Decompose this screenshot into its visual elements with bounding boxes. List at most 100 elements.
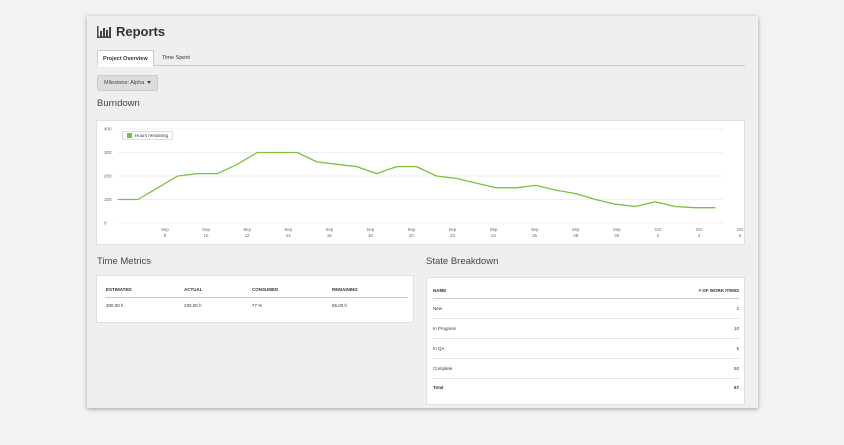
caret-down-icon xyxy=(146,81,151,85)
x-tick-label: Sep xyxy=(408,227,416,232)
data-point xyxy=(157,187,159,189)
data-point xyxy=(435,175,437,177)
total-count: 67 xyxy=(733,385,739,391)
data-point xyxy=(535,184,537,186)
report-tabs: Project Overview Time Spent xyxy=(97,50,745,67)
col-work-items: # OF WORK ITEMS xyxy=(543,283,739,299)
data-point xyxy=(515,187,517,189)
x-tick-label: Sep xyxy=(449,227,457,232)
x-tick-label: Sep xyxy=(490,227,498,232)
x-tick-label: Sep xyxy=(202,227,210,232)
x-tick-label: Sep xyxy=(284,227,292,232)
data-point xyxy=(614,203,617,205)
data-point xyxy=(475,182,477,184)
state-count: 2 xyxy=(543,298,739,319)
data-point xyxy=(575,193,577,195)
state-name: In Progress xyxy=(433,318,544,339)
col-name: NAME xyxy=(433,283,544,299)
x-tick-label: Oct xyxy=(696,227,703,232)
x-tick-label: 6 xyxy=(739,233,742,238)
remaining-value: 65.00 h xyxy=(332,303,348,309)
data-point xyxy=(595,198,597,201)
x-tick-label: Sep xyxy=(613,227,621,232)
state-name: In QA xyxy=(433,338,544,359)
data-point xyxy=(555,189,557,191)
burndown-title: Burndown xyxy=(97,98,140,109)
table-row: In Progress 10 xyxy=(433,318,739,339)
data-point xyxy=(236,163,238,165)
x-tick-label: 20 xyxy=(409,233,414,238)
y-tick-label: 400 xyxy=(104,127,112,132)
x-tick-label: Sep xyxy=(367,227,375,232)
x-tick-label: Sep xyxy=(243,227,251,232)
x-tick-label: 26 xyxy=(532,233,537,238)
table-row-total: Total 67 xyxy=(433,378,739,397)
milestone-dropdown-label: Milestone: Alpha xyxy=(104,80,145,86)
state-name: Complete xyxy=(433,358,544,379)
consumed-value: 77 % xyxy=(252,303,263,309)
data-point xyxy=(654,201,656,203)
data-point xyxy=(296,151,298,154)
data-point xyxy=(177,175,179,177)
x-tick-label: 10 xyxy=(204,233,209,238)
col-actual: ACTUAL xyxy=(183,283,251,298)
x-tick-label: Sep xyxy=(572,227,580,232)
col-estimated: ESTIMATED xyxy=(105,283,183,298)
y-tick-label: 0 xyxy=(104,221,107,226)
legend-swatch xyxy=(127,133,132,138)
estimated-value: 300.00 h xyxy=(106,303,124,309)
x-tick-label: Sep xyxy=(531,227,539,232)
legend-label: Hours remaining xyxy=(135,133,169,138)
data-point xyxy=(316,161,318,163)
x-tick-label: 22 xyxy=(450,233,455,238)
x-tick-label: Sep xyxy=(325,227,333,232)
milestone-dropdown[interactable]: Milestone: Alpha xyxy=(97,75,158,91)
table-row: New 2 xyxy=(433,298,739,319)
x-tick-label: 8 xyxy=(164,233,167,238)
data-point xyxy=(495,187,497,189)
data-point xyxy=(415,166,418,168)
data-point xyxy=(694,207,696,209)
data-point xyxy=(634,205,637,208)
time-metrics-title: Time Metrics xyxy=(97,256,152,267)
page-title: Reports xyxy=(116,24,166,39)
tab-time-spent[interactable]: Time Spent xyxy=(157,50,195,66)
state-count: 50 xyxy=(543,358,739,379)
state-count: 10 xyxy=(543,318,739,339)
x-tick-label: 28 xyxy=(573,233,578,238)
x-tick-label: 14 xyxy=(286,233,291,238)
bar-chart-icon xyxy=(97,25,111,38)
data-point xyxy=(714,207,716,209)
data-point xyxy=(336,163,338,165)
x-tick-label: Oct xyxy=(737,227,744,232)
data-point xyxy=(137,198,139,201)
data-point xyxy=(256,151,258,154)
data-point xyxy=(197,173,199,175)
y-tick-label: 200 xyxy=(104,174,112,179)
x-tick-label: Oct xyxy=(655,227,662,232)
x-tick-label: 18 xyxy=(368,233,373,238)
table-row: In QA 5 xyxy=(433,338,739,359)
table-row: Complete 50 xyxy=(433,358,739,379)
data-point xyxy=(674,205,676,208)
x-tick-label: 12 xyxy=(245,233,250,238)
time-metrics-panel: ESTIMATED ACTUAL CONSUMED REMAINING 300.… xyxy=(96,275,414,323)
col-consumed: CONSUMED xyxy=(251,283,331,298)
data-point xyxy=(396,166,398,168)
x-tick-label: 4 xyxy=(698,233,701,238)
y-tick-label: 100 xyxy=(104,197,112,202)
data-point xyxy=(276,151,278,154)
data-point xyxy=(356,166,358,168)
actual-value: 230.00 h xyxy=(184,303,202,309)
state-breakdown-table: NAME # OF WORK ITEMS New 2 In Progress 1… xyxy=(433,283,739,397)
burndown-chart: 4003002001000Sep8Sep10Sep12Sep14Sep16Sep… xyxy=(104,127,744,239)
x-tick-label: 16 xyxy=(327,233,332,238)
tab-project-overview[interactable]: Project Overview xyxy=(97,50,154,67)
col-remaining: REMAINING xyxy=(331,283,408,298)
state-name: New xyxy=(433,298,544,319)
time-metrics-table: ESTIMATED ACTUAL CONSUMED REMAINING 300.… xyxy=(105,283,408,314)
page-header: Reports xyxy=(97,24,165,39)
y-tick-label: 300 xyxy=(104,150,112,155)
x-tick-label: 30 xyxy=(614,233,619,238)
data-point xyxy=(216,173,219,175)
